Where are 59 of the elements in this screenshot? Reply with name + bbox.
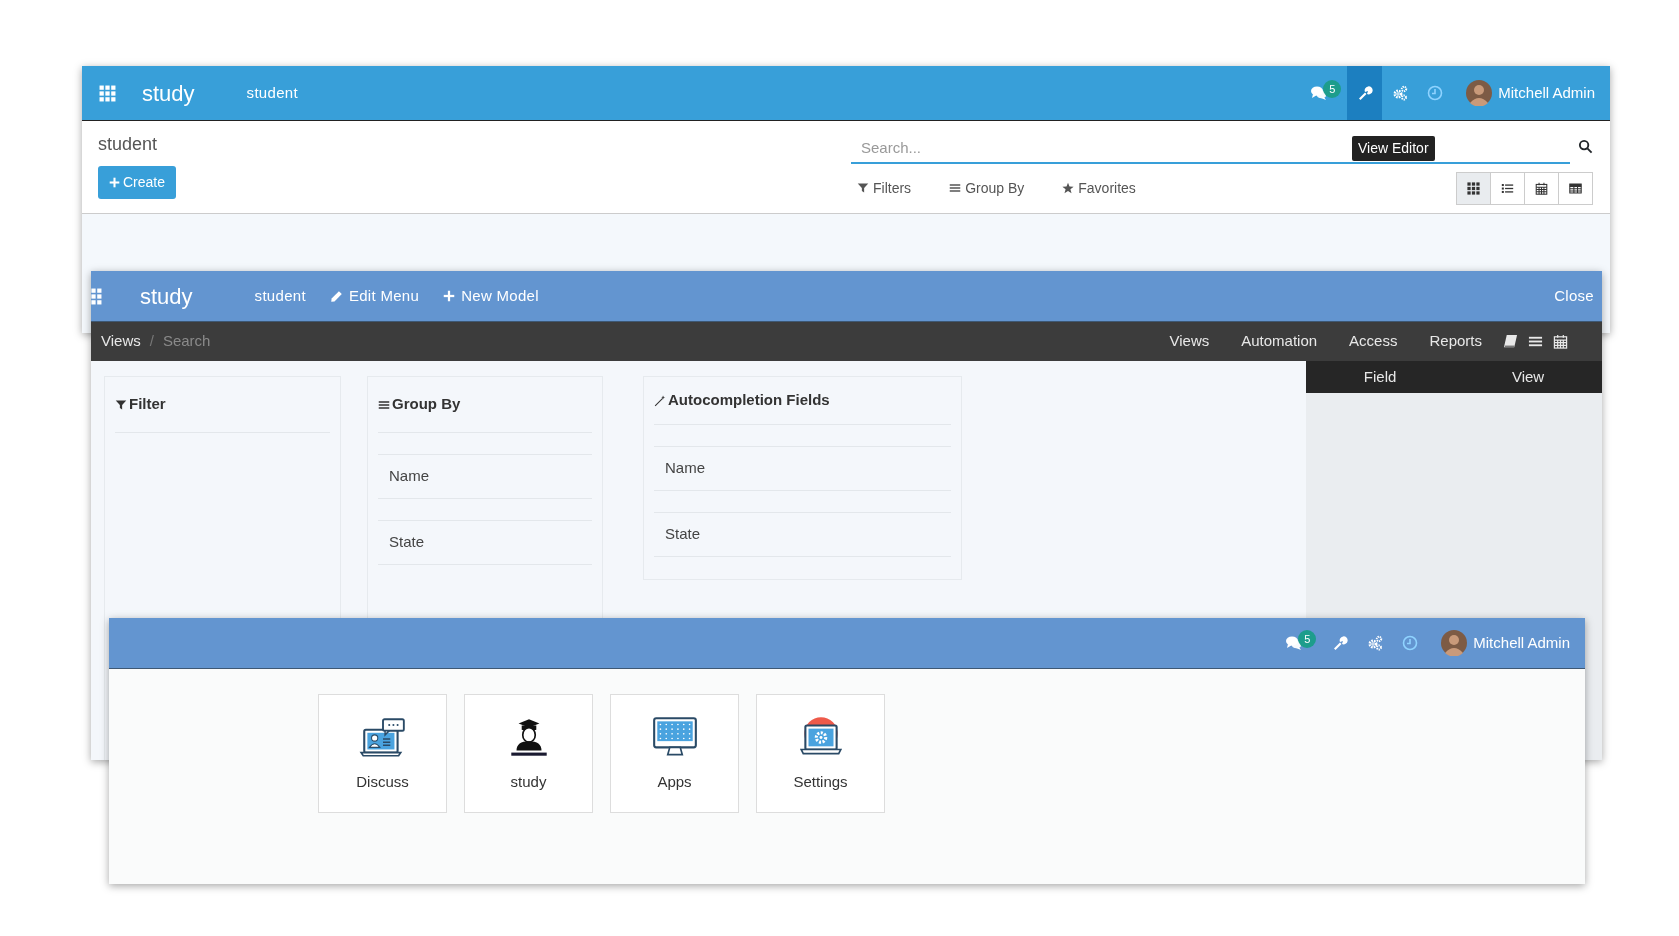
menu-tab[interactable]: Reports	[1413, 330, 1498, 353]
star-icon	[1062, 182, 1075, 194]
studio-button[interactable]	[1347, 66, 1383, 120]
chat-icon	[1286, 635, 1303, 651]
app-tile[interactable]: Discuss	[318, 694, 447, 813]
app-name: study	[140, 282, 193, 311]
filters-dropdown[interactable]: Filters	[857, 177, 912, 199]
column-header: View	[1510, 366, 1546, 387]
badge: 5	[1323, 79, 1342, 99]
table-view-button[interactable]	[1558, 171, 1593, 205]
clock-icon	[1401, 635, 1418, 651]
page-title: student	[98, 133, 159, 156]
grid-icon	[1467, 181, 1480, 195]
bars-icon	[949, 182, 962, 194]
avatar	[1466, 80, 1493, 106]
app-tile[interactable]: study	[464, 694, 593, 813]
calendar-icon	[1535, 181, 1548, 195]
avatar	[1441, 630, 1468, 656]
plus-icon	[443, 290, 456, 302]
list-view-button[interactable]	[1490, 171, 1525, 205]
field-item[interactable]: State	[389, 531, 425, 554]
chat-icon	[1311, 85, 1328, 101]
list-icon	[1501, 181, 1514, 195]
table-icon	[1569, 181, 1582, 195]
calendar-icon	[1553, 334, 1568, 349]
breadcrumb-link[interactable]: Views	[101, 330, 141, 353]
menu-tab[interactable]: Automation	[1225, 330, 1334, 353]
bars-icon	[378, 398, 390, 411]
panel-title: Filter	[129, 394, 166, 415]
group-by-dropdown[interactable]: Group By	[949, 177, 1025, 199]
calendar-view-button[interactable]	[1524, 171, 1559, 205]
clock-icon	[1426, 85, 1443, 101]
app-name: study	[142, 79, 195, 108]
bars-button[interactable]	[1528, 334, 1543, 349]
pencil-icon	[329, 289, 343, 303]
menu-tab[interactable]: Views	[1153, 330, 1226, 353]
field-item[interactable]: State	[665, 523, 701, 546]
field-item[interactable]: Name	[389, 465, 429, 488]
wand-icon	[654, 394, 666, 407]
app-tile[interactable]: Settings	[756, 694, 885, 813]
field-item[interactable]: Name	[665, 457, 705, 480]
app-tile[interactable]: Apps	[610, 694, 739, 813]
breadcrumb-current: Search	[162, 331, 211, 352]
grid-icon	[99, 84, 116, 102]
kanban-view-button[interactable]	[1456, 171, 1491, 205]
plus-icon	[109, 177, 120, 188]
column-header: Field	[1362, 366, 1398, 387]
apps-menu-button[interactable]	[99, 84, 116, 102]
bars-icon	[1528, 334, 1543, 349]
panel-title: Autocompletion Fields	[668, 390, 830, 411]
favorites-dropdown[interactable]: Favorites	[1062, 177, 1136, 199]
filter-icon	[115, 398, 127, 411]
search-icon	[1578, 139, 1593, 155]
filter-icon	[857, 182, 869, 194]
menu-tab[interactable]: Access	[1333, 330, 1414, 353]
calendar-button[interactable]	[1553, 334, 1568, 349]
breadcrumb-separator: /	[149, 331, 154, 352]
panel-title: Group By	[392, 394, 461, 415]
badge: 5	[1298, 629, 1317, 649]
